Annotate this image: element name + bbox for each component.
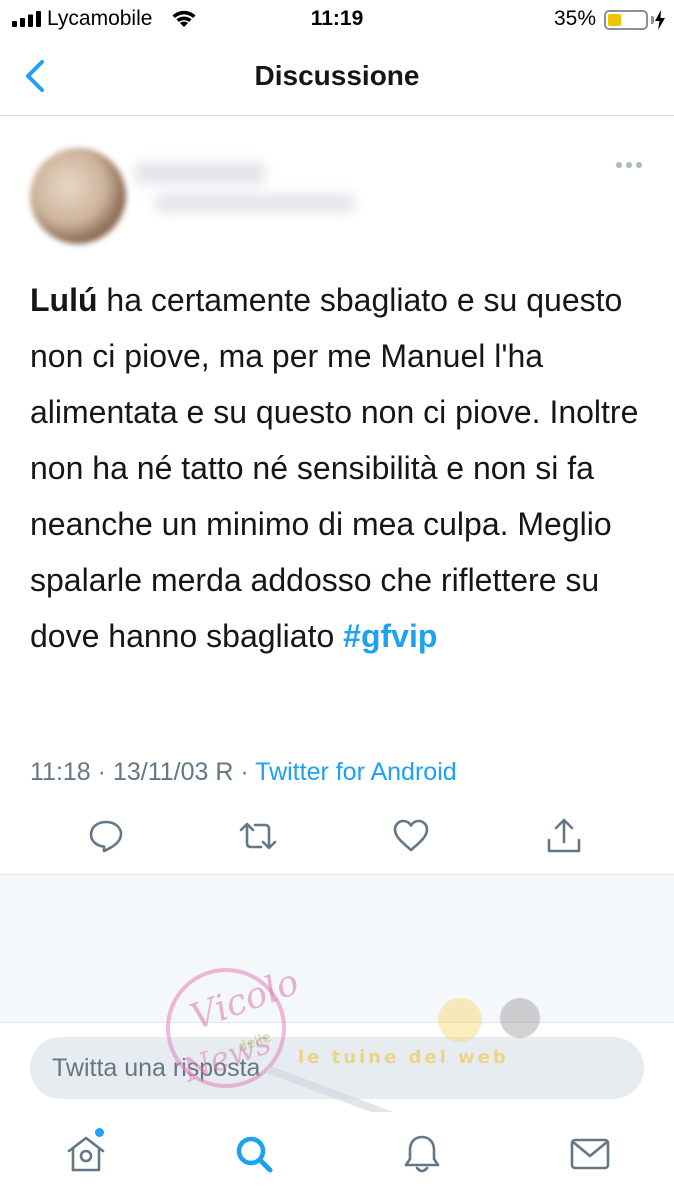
tweet-metadata: 11:18 · 13/11/03 R · Twitter for Android xyxy=(30,758,457,787)
replies-area xyxy=(0,874,674,1022)
tweet-date: 13/11/03 R xyxy=(112,758,234,786)
reply-icon[interactable] xyxy=(86,816,126,856)
battery-fill xyxy=(608,14,621,26)
home-icon[interactable] xyxy=(64,1132,108,1176)
tweet-text: Lulú ha certamente sbagliato e su questo… xyxy=(30,272,645,664)
reply-composer xyxy=(0,1022,674,1112)
like-icon[interactable] xyxy=(391,816,431,856)
share-icon[interactable] xyxy=(544,816,584,856)
avatar[interactable] xyxy=(30,148,126,244)
tweet-source-link[interactable]: Twitter for Android xyxy=(255,758,456,786)
charging-bolt-icon xyxy=(655,10,665,30)
retweet-icon[interactable] xyxy=(238,816,278,856)
home-notification-dot xyxy=(95,1128,104,1137)
search-icon[interactable] xyxy=(232,1132,276,1176)
tweet-detail: Lulú ha certamente sbagliato e su questo… xyxy=(0,116,674,874)
meta-separator: · xyxy=(90,758,113,786)
page-title: Discussione xyxy=(254,60,420,91)
tweet-actions xyxy=(0,816,674,860)
messages-icon[interactable] xyxy=(568,1132,612,1176)
navigation-header: Discussione xyxy=(0,38,674,116)
tab-bar xyxy=(0,1112,674,1200)
author-info-blurred[interactable] xyxy=(135,156,375,220)
mention-name[interactable]: Lulú xyxy=(30,282,98,318)
battery-icon xyxy=(604,10,648,30)
tweet-time: 11:18 xyxy=(30,758,91,786)
more-horizontal-icon[interactable] xyxy=(614,160,644,170)
reply-input[interactable] xyxy=(30,1037,644,1099)
tweet-body: ha certamente sbagliato e su questo non … xyxy=(30,282,639,654)
hashtag-link[interactable]: #gfvip xyxy=(343,618,437,654)
meta-separator: · xyxy=(233,758,256,786)
battery-percent: 35% xyxy=(553,7,596,30)
notifications-icon[interactable] xyxy=(400,1132,444,1176)
status-bar: Lycamobile 11:19 35% xyxy=(0,0,674,38)
